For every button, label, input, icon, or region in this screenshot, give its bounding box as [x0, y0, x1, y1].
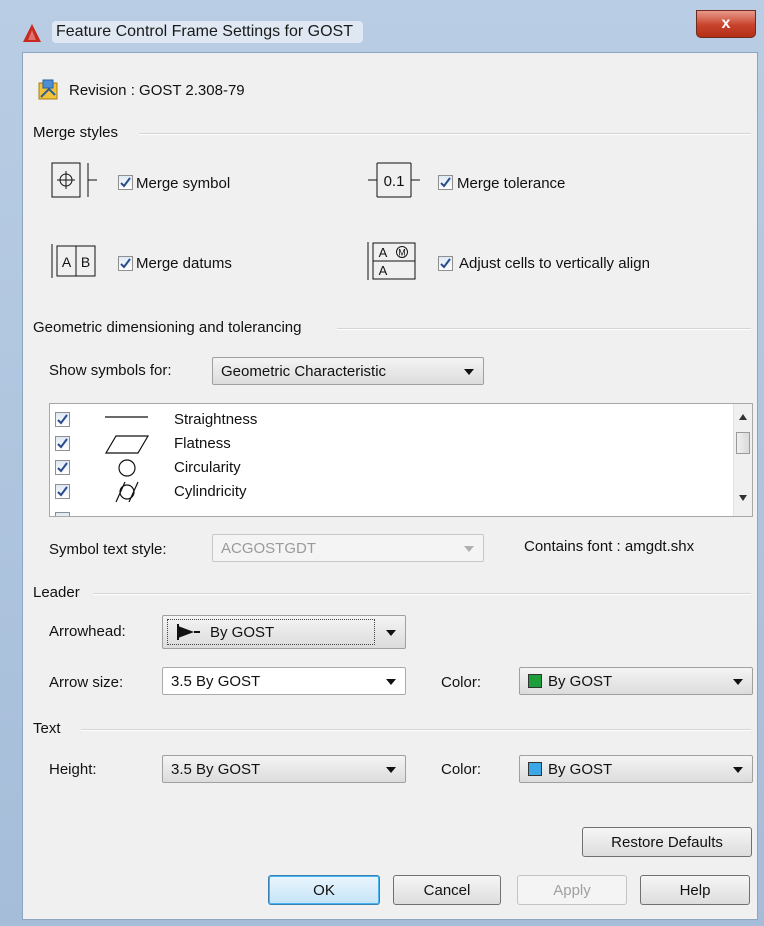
text-color-value: By GOST	[548, 761, 613, 778]
text-color-swatch	[528, 762, 542, 776]
arrow-size-dropdown[interactable]: 3.5 By GOST	[162, 667, 406, 695]
leader-color-dropdown[interactable]: By GOST	[519, 667, 753, 695]
show-symbols-value: Geometric Characteristic	[221, 363, 387, 380]
gdt-divider	[337, 328, 751, 330]
scroll-up-icon[interactable]	[738, 413, 748, 421]
help-button[interactable]: Help	[640, 875, 750, 905]
arrowhead-dropdown[interactable]: By GOST	[162, 615, 406, 649]
straightness-label: Straightness	[174, 411, 258, 428]
ok-button[interactable]: OK	[268, 875, 380, 905]
height-label: Height:	[49, 761, 97, 778]
circularity-checkbox[interactable]	[55, 460, 70, 475]
datum-a-text: A	[62, 254, 72, 270]
circularity-label: Circularity	[174, 459, 241, 476]
flatness-checkbox[interactable]	[55, 436, 70, 451]
profile-checkbox[interactable]	[55, 512, 70, 516]
merge-datums-checkbox[interactable]	[118, 256, 133, 271]
chevron-down-icon	[733, 679, 743, 685]
arrow-size-value: 3.5 By GOST	[171, 673, 261, 690]
text-color-dropdown[interactable]: By GOST	[519, 755, 753, 783]
gdt-heading: Geometric dimensioning and tolerancing	[33, 319, 302, 336]
adjust-cells-a-top-text: A	[379, 245, 388, 260]
list-item[interactable]: Cylindricity	[50, 480, 730, 504]
arrowhead-icon	[177, 624, 200, 640]
close-button[interactable]: x	[696, 10, 756, 38]
title-bar[interactable]: Feature Control Frame Settings for GOST …	[0, 0, 764, 52]
symbol-text-style-label: Symbol text style:	[49, 541, 167, 558]
arrow-size-label: Arrow size:	[49, 674, 124, 691]
cylindricity-checkbox[interactable]	[55, 484, 70, 499]
leader-color-value: By GOST	[548, 673, 613, 690]
chevron-down-icon	[464, 369, 474, 375]
merge-styles-heading: Merge styles	[33, 124, 119, 141]
chevron-down-icon	[733, 767, 743, 773]
merge-symbol-checkbox[interactable]	[118, 175, 133, 190]
scroll-thumb[interactable]	[736, 432, 750, 454]
symbols-list[interactable]: Straightness Flatness Circularity Cylind…	[49, 403, 753, 517]
autocad-app-icon	[23, 24, 41, 42]
adjust-cells-m-text: M	[398, 248, 406, 258]
text-divider	[81, 729, 751, 731]
leader-color-swatch	[528, 674, 542, 688]
revision-text: Revision : GOST 2.308-79	[69, 82, 245, 99]
arrowhead-value: By GOST	[210, 624, 275, 641]
adjust-cells-icon: A M A	[367, 242, 416, 280]
merge-tolerance-icon: 0.1	[368, 162, 420, 198]
text-heading: Text	[33, 720, 61, 737]
height-dropdown[interactable]: 3.5 By GOST	[162, 755, 406, 783]
merge-tolerance-label: Merge tolerance	[457, 175, 566, 192]
cylindricity-icon	[115, 481, 139, 503]
straightness-checkbox[interactable]	[55, 412, 70, 427]
contains-font-text: Contains font : amgdt.shx	[524, 538, 695, 555]
window-title: Feature Control Frame Settings for GOST	[52, 21, 363, 43]
merge-tolerance-icon-text: 0.1	[384, 173, 405, 190]
show-symbols-dropdown[interactable]: Geometric Characteristic	[212, 357, 484, 385]
merge-datums-icon: A B	[51, 244, 96, 278]
close-icon: x	[721, 15, 731, 32]
list-item[interactable]	[50, 508, 730, 516]
flatness-label: Flatness	[174, 435, 231, 452]
merge-styles-divider	[139, 133, 751, 135]
height-value: 3.5 By GOST	[171, 761, 261, 778]
adjust-cells-a-bottom-text: A	[379, 263, 388, 278]
list-item[interactable]: Circularity	[50, 456, 730, 480]
arrowhead-label: Arrowhead:	[49, 623, 126, 640]
restore-defaults-button[interactable]: Restore Defaults	[582, 827, 752, 857]
datum-b-text: B	[81, 254, 90, 270]
circularity-icon	[118, 459, 136, 477]
symbols-list-scrollbar[interactable]	[733, 404, 752, 516]
chevron-down-icon	[386, 679, 396, 685]
apply-button[interactable]: Apply	[517, 875, 627, 905]
leader-divider	[93, 593, 751, 595]
merge-datums-label: Merge datums	[136, 255, 232, 272]
adjust-cells-label: Adjust cells to vertically align	[459, 255, 650, 272]
cylindricity-label: Cylindricity	[174, 483, 247, 500]
symbol-text-style-dropdown[interactable]: ACGOSTGDT	[212, 534, 484, 562]
leader-heading: Leader	[33, 584, 80, 601]
dialog-window: Feature Control Frame Settings for GOST …	[0, 0, 764, 926]
merge-tolerance-checkbox[interactable]	[438, 175, 453, 190]
chevron-down-icon	[386, 767, 396, 773]
scroll-down-icon[interactable]	[738, 494, 748, 502]
leader-color-label: Color:	[441, 674, 482, 691]
dialog-client-area: Revision : GOST 2.308-79 Merge styles Me…	[22, 52, 758, 920]
merge-symbol-icon	[51, 162, 97, 198]
chevron-down-icon	[386, 630, 396, 636]
flatness-icon	[104, 435, 150, 454]
adjust-cells-checkbox[interactable]	[438, 256, 453, 271]
symbol-text-style-value: ACGOSTGDT	[221, 540, 317, 557]
list-item[interactable]: Flatness	[50, 432, 730, 456]
cancel-button[interactable]: Cancel	[393, 875, 501, 905]
list-item[interactable]: Straightness	[50, 408, 730, 432]
straightness-icon	[105, 416, 148, 418]
text-color-label: Color:	[441, 761, 482, 778]
show-symbols-label: Show symbols for:	[49, 362, 172, 379]
chevron-down-icon	[464, 546, 474, 552]
merge-symbol-label: Merge symbol	[136, 175, 231, 192]
revision-icon	[38, 79, 58, 100]
